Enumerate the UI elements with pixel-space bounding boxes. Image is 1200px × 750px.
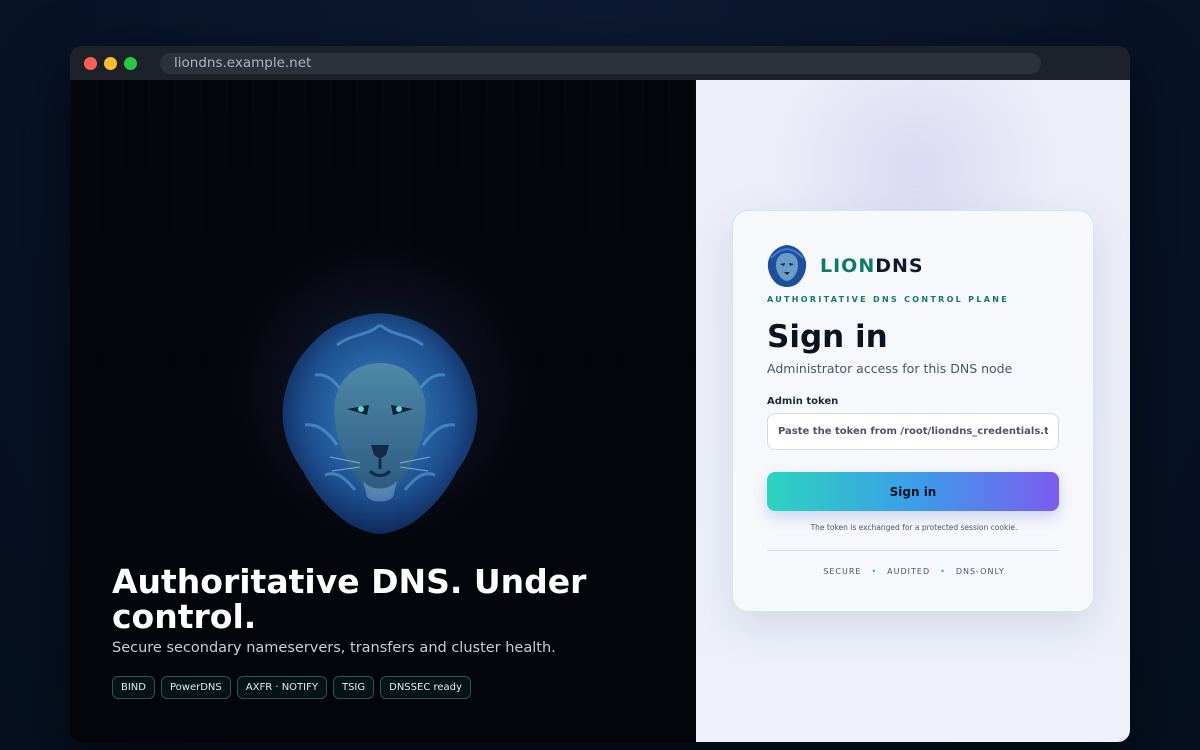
close-window-button[interactable] (84, 57, 97, 70)
brand-tagline: AUTHORITATIVE DNS CONTROL PLANE (767, 295, 1009, 304)
feature-chips: BIND PowerDNS AXFR · NOTIFY TSIG DNSSEC … (112, 676, 471, 699)
divider (767, 550, 1059, 551)
chip-dnssec: DNSSEC ready (380, 676, 471, 699)
footer-tag-dns-only: DNS-ONLY (955, 567, 1005, 576)
brand-name-part1: LION (820, 255, 876, 277)
sign-in-subtitle: Administrator access for this DNS node (767, 361, 1013, 376)
chip-axfr-notify: AXFR · NOTIFY (236, 676, 327, 699)
footer-separator: • (871, 567, 878, 576)
chip-tsig: TSIG (332, 676, 375, 699)
lion-logo-icon (767, 245, 807, 287)
footer-tags: SECURE • AUDITED • DNS-ONLY (733, 567, 1095, 576)
hero-subtitle: Secure secondary nameservers, transfers … (112, 640, 556, 656)
admin-token-label: Admin token (767, 396, 839, 407)
footer-tag-audited: AUDITED (887, 567, 931, 576)
maximize-window-button[interactable] (124, 57, 137, 70)
chip-bind: BIND (112, 676, 155, 699)
chip-powerdns: PowerDNS (161, 676, 231, 699)
hero-panel: Authoritative DNS. Under control. Secure… (70, 80, 696, 742)
footer-separator: • (940, 567, 946, 576)
address-bar[interactable]: liondns.example.net (160, 53, 1041, 74)
brand-name-part2: DNS (875, 255, 924, 277)
session-cookie-note: The token is exchanged for a protected s… (810, 523, 1018, 532)
browser-titlebar: liondns.example.net (70, 46, 1130, 80)
browser-window: liondns.example.net Authoritative DNS. U… (70, 46, 1130, 742)
sign-in-title: Sign in (767, 319, 888, 355)
minimize-window-button[interactable] (104, 57, 117, 70)
login-card: LIONDNS AUTHORITATIVE DNS CONTROL PLANE … (732, 210, 1094, 612)
admin-token-input[interactable] (767, 413, 1059, 450)
lion-icon (282, 313, 478, 534)
hero-title: Authoritative DNS. Under control. (112, 562, 587, 636)
sign-in-button[interactable]: Sign in (767, 472, 1059, 511)
login-panel: LIONDNS AUTHORITATIVE DNS CONTROL PLANE … (696, 80, 1130, 742)
footer-tag-secure: SECURE (823, 567, 862, 576)
brand-name: LIONDNS (820, 255, 924, 277)
